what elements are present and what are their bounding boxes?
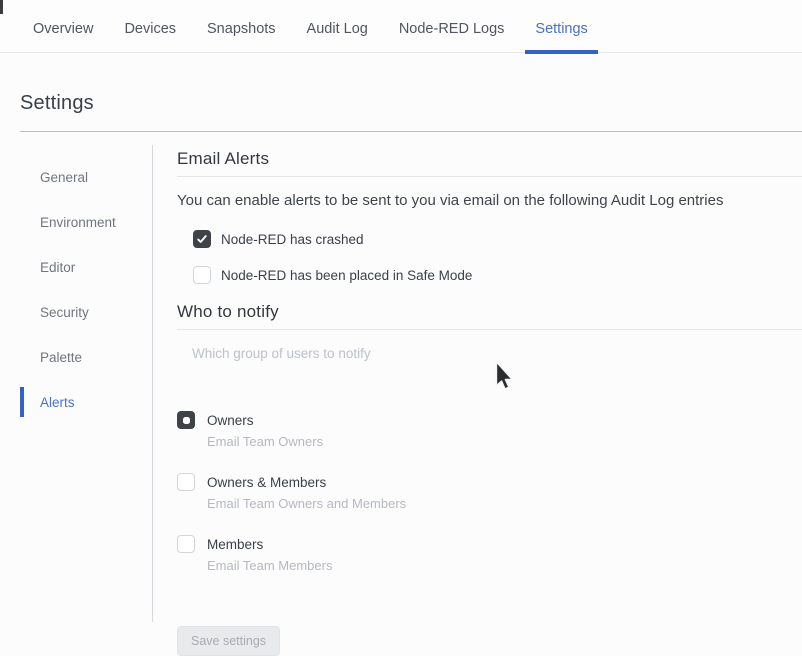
- notify-option-owners[interactable]: Owners Email Team Owners: [177, 410, 802, 449]
- members-label: Members: [207, 534, 332, 552]
- alert-options: Node-RED has crashed Node-RED has been p…: [177, 230, 802, 284]
- email-alerts-heading: Email Alerts: [177, 149, 802, 177]
- tab-snapshots[interactable]: Snapshots: [197, 6, 286, 53]
- radio-dot-icon: [183, 417, 190, 424]
- notify-hint: Which group of users to notify: [192, 346, 802, 361]
- save-settings-button[interactable]: Save settings: [177, 626, 280, 656]
- screen-edge-artifact: [0, 0, 3, 14]
- members-radio[interactable]: [177, 535, 195, 553]
- email-alerts-section: Email Alerts You can enable alerts to be…: [177, 149, 802, 284]
- owners-texts: Owners Email Team Owners: [207, 410, 323, 449]
- owners-label: Owners: [207, 410, 323, 428]
- instance-tabs: Overview Devices Snapshots Audit Log Nod…: [0, 0, 802, 53]
- sidebar-item-general[interactable]: General: [20, 162, 152, 192]
- owners-members-description: Email Team Owners and Members: [207, 496, 406, 511]
- notify-option-members[interactable]: Members Email Team Members: [177, 534, 802, 573]
- notify-option-owners-members[interactable]: Owners & Members Email Team Owners and M…: [177, 472, 802, 511]
- sidebar-item-palette[interactable]: Palette: [20, 342, 152, 372]
- owners-members-texts: Owners & Members Email Team Owners and M…: [207, 472, 406, 511]
- tab-overview[interactable]: Overview: [23, 6, 103, 53]
- page-title: Settings: [20, 92, 802, 115]
- owners-members-radio[interactable]: [177, 473, 195, 491]
- alert-option-safe-mode[interactable]: Node-RED has been placed in Safe Mode: [193, 266, 802, 284]
- owners-description: Email Team Owners: [207, 434, 323, 449]
- settings-content: Email Alerts You can enable alerts to be…: [153, 145, 802, 656]
- tab-devices[interactable]: Devices: [114, 6, 186, 53]
- settings-layout: General Environment Editor Security Pale…: [0, 145, 802, 656]
- members-texts: Members Email Team Members: [207, 534, 332, 573]
- alert-option-crashed[interactable]: Node-RED has crashed: [193, 230, 802, 248]
- checkmark-icon: [196, 233, 208, 245]
- safe-mode-checkbox[interactable]: [193, 266, 211, 284]
- page-header: Settings: [20, 92, 802, 132]
- who-to-notify-heading: Who to notify: [177, 302, 802, 330]
- safe-mode-label: Node-RED has been placed in Safe Mode: [221, 268, 472, 283]
- sidebar-item-environment[interactable]: Environment: [20, 207, 152, 237]
- sidebar-item-alerts[interactable]: Alerts: [20, 387, 152, 417]
- notify-options: Owners Email Team Owners Owners & Member…: [177, 410, 802, 573]
- owners-radio[interactable]: [177, 411, 195, 429]
- members-description: Email Team Members: [207, 558, 332, 573]
- crashed-checkbox[interactable]: [193, 230, 211, 248]
- sidebar-item-editor[interactable]: Editor: [20, 252, 152, 282]
- tab-settings[interactable]: Settings: [525, 6, 597, 53]
- tab-audit-log[interactable]: Audit Log: [297, 6, 378, 53]
- tab-node-red-logs[interactable]: Node-RED Logs: [389, 6, 515, 53]
- sidebar-item-security[interactable]: Security: [20, 297, 152, 327]
- owners-members-label: Owners & Members: [207, 472, 406, 490]
- crashed-label: Node-RED has crashed: [221, 232, 364, 247]
- who-to-notify-section: Who to notify Which group of users to no…: [177, 302, 802, 656]
- email-alerts-description: You can enable alerts to be sent to you …: [177, 192, 802, 209]
- settings-sidebar: General Environment Editor Security Pale…: [0, 145, 153, 622]
